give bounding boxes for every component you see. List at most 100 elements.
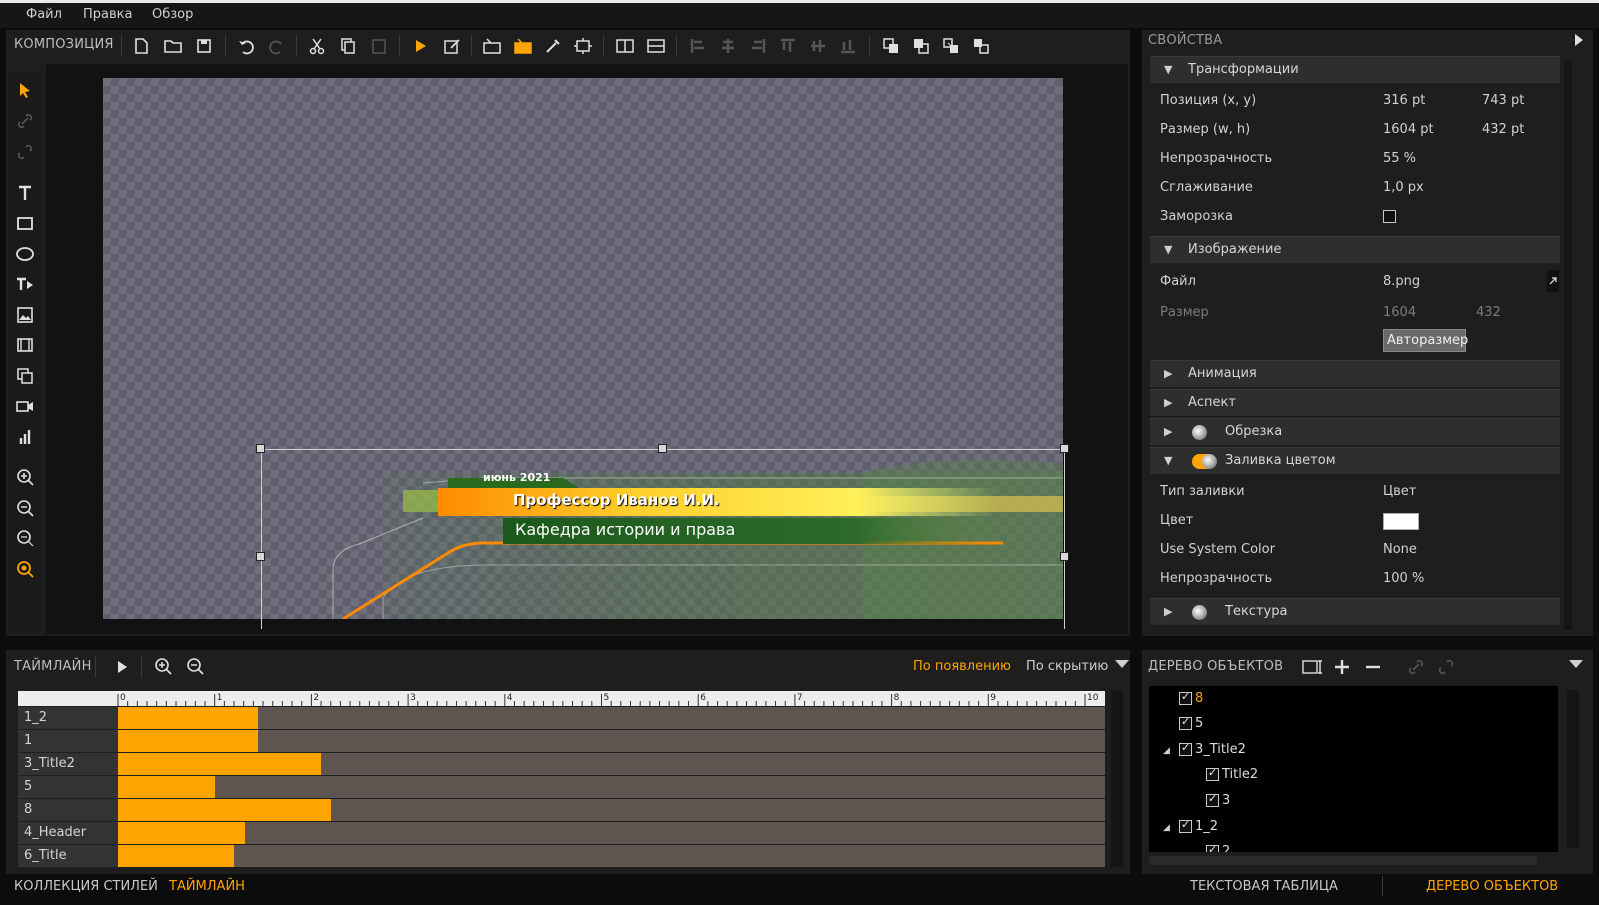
tree-menu-icon[interactable] xyxy=(1568,659,1584,669)
timeline-bar[interactable] xyxy=(118,845,235,867)
edit-icon[interactable] xyxy=(440,34,464,58)
align-middle-icon[interactable] xyxy=(806,34,830,58)
tree-link-icon[interactable] xyxy=(1404,655,1428,679)
timeline-row[interactable]: 4_Header xyxy=(18,822,1105,844)
center-v-icon[interactable] xyxy=(644,34,668,58)
crop-frame-icon[interactable] xyxy=(571,34,595,58)
ticker-tool-icon[interactable] xyxy=(13,272,37,296)
crop-toggle-icon[interactable] xyxy=(1192,425,1207,440)
section-aspect[interactable]: ▶ Аспект xyxy=(1150,389,1560,416)
tree-checkbox[interactable] xyxy=(1206,843,1219,852)
picker-icon[interactable] xyxy=(541,34,565,58)
timeline-row-name[interactable]: 1 xyxy=(18,730,118,752)
timeline-track[interactable] xyxy=(118,753,1105,775)
background-icon[interactable] xyxy=(480,34,504,58)
bring-forward-icon[interactable] xyxy=(939,34,963,58)
select-arrow-icon[interactable] xyxy=(13,78,37,102)
ellipse-tool-icon[interactable] xyxy=(13,242,37,266)
tree-checkbox[interactable] xyxy=(1179,715,1192,730)
fill-opacity-field[interactable]: 100 % xyxy=(1383,571,1424,586)
timeline-bar[interactable] xyxy=(118,753,322,775)
timeline-menu-icon[interactable] xyxy=(1114,659,1130,669)
zoom-fit-icon[interactable] xyxy=(13,526,37,550)
on-hide-tab[interactable]: По скрытию xyxy=(1026,659,1108,674)
timeline-bar[interactable] xyxy=(118,776,215,798)
section-texture[interactable]: ▶ Текстура xyxy=(1150,598,1560,625)
timeline-track[interactable] xyxy=(118,776,1105,798)
rectangle-tool-icon[interactable] xyxy=(13,211,37,235)
camera-tool-icon[interactable] xyxy=(13,394,37,418)
zoom-out-icon[interactable] xyxy=(13,496,37,520)
sequence-tool-icon[interactable] xyxy=(13,364,37,388)
bring-front-icon[interactable] xyxy=(879,34,903,58)
menu-edit[interactable]: Правка xyxy=(83,7,132,22)
timeline-row[interactable]: 8 xyxy=(18,799,1105,821)
timeline-track[interactable] xyxy=(118,845,1105,867)
resize-handle[interactable] xyxy=(1060,552,1069,561)
video-tool-icon[interactable] xyxy=(13,333,37,357)
save-icon[interactable] xyxy=(192,34,216,58)
timeline-bar[interactable] xyxy=(118,799,331,821)
add-icon[interactable] xyxy=(1330,655,1354,679)
tab-object-tree[interactable]: ДЕРЕВО ОБЪЕКТОВ xyxy=(1426,879,1558,894)
tree-hscrollbar[interactable] xyxy=(1149,856,1537,865)
section-crop[interactable]: ▶ Обрезка xyxy=(1150,418,1560,445)
system-color-field[interactable]: None xyxy=(1383,542,1417,557)
align-center-icon[interactable] xyxy=(716,34,740,58)
align-top-icon[interactable] xyxy=(776,34,800,58)
timeline-row-name[interactable]: 3_Title2 xyxy=(18,753,118,775)
redo-icon[interactable] xyxy=(265,34,289,58)
timeline-scrollbar[interactable] xyxy=(1111,691,1123,867)
timeline-track[interactable] xyxy=(118,730,1105,752)
align-left-icon[interactable] xyxy=(686,34,710,58)
align-bottom-icon[interactable] xyxy=(836,34,860,58)
link-icon[interactable] xyxy=(13,109,37,133)
chart-tool-icon[interactable] xyxy=(13,425,37,449)
fill-color-swatch[interactable] xyxy=(1383,513,1419,530)
section-image[interactable]: ▼ Изображение xyxy=(1150,236,1560,263)
timeline-ruler[interactable]: 0 1 2 3 4 5 6 7 8 9 10 xyxy=(18,691,1105,706)
timeline-bar[interactable] xyxy=(118,707,259,729)
send-backward-icon[interactable] xyxy=(969,34,993,58)
size-h-field[interactable]: 432 pt xyxy=(1482,122,1524,137)
zoom-actual-icon[interactable] xyxy=(13,557,37,581)
collapse-arrow-icon[interactable]: ◢ xyxy=(1163,823,1170,833)
file-field[interactable]: 8.png xyxy=(1383,274,1420,289)
image-tool-icon[interactable] xyxy=(13,303,37,327)
timeline-track[interactable] xyxy=(118,799,1105,821)
tree-item-5[interactable]: 5 xyxy=(1179,713,1203,733)
tab-timeline[interactable]: ТАЙМЛАЙН xyxy=(169,879,245,894)
timeline-row-name[interactable]: 1_2 xyxy=(18,707,118,729)
tree-item-1-2[interactable]: 1_2 xyxy=(1179,816,1218,836)
tree-checkbox[interactable] xyxy=(1206,792,1219,807)
opacity-field[interactable]: 55 % xyxy=(1383,151,1416,166)
menu-file[interactable]: Файл xyxy=(26,7,62,22)
center-h-icon[interactable] xyxy=(613,34,637,58)
freeze-checkbox[interactable] xyxy=(1383,210,1396,223)
tree-item-title2[interactable]: Title2 xyxy=(1206,764,1258,784)
resize-handle[interactable] xyxy=(256,444,265,453)
tree-scrollbar[interactable] xyxy=(1567,690,1579,848)
text-tool-icon[interactable] xyxy=(13,181,37,205)
new-file-icon[interactable] xyxy=(129,34,153,58)
timeline-bar[interactable] xyxy=(118,822,245,844)
tree-item-3-title2[interactable]: 3_Title2 xyxy=(1179,739,1246,759)
timeline-row-name[interactable]: 5 xyxy=(18,776,118,798)
position-y-field[interactable]: 743 pt xyxy=(1482,93,1524,108)
timeline-track[interactable] xyxy=(118,707,1105,729)
section-animation[interactable]: ▶ Анимация xyxy=(1150,360,1560,387)
resize-handle[interactable] xyxy=(658,444,667,453)
send-back-icon[interactable] xyxy=(909,34,933,58)
timeline-row[interactable]: 3_Title2 xyxy=(18,753,1105,775)
timeline-row-name[interactable]: 8 xyxy=(18,799,118,821)
tree-checkbox[interactable] xyxy=(1179,818,1192,833)
tree-checkbox[interactable] xyxy=(1179,741,1192,756)
resize-handle[interactable] xyxy=(256,552,265,561)
fill-type-field[interactable]: Цвет xyxy=(1383,484,1416,499)
section-transform[interactable]: ▼ Трансформации xyxy=(1150,56,1560,83)
open-folder-icon[interactable] xyxy=(161,34,185,58)
selection-box[interactable] xyxy=(261,449,1065,629)
timeline-play-icon[interactable] xyxy=(110,655,134,679)
timeline-track[interactable] xyxy=(118,822,1105,844)
tab-text-table[interactable]: ТЕКСТОВАЯ ТАБЛИЦА xyxy=(1190,879,1338,894)
